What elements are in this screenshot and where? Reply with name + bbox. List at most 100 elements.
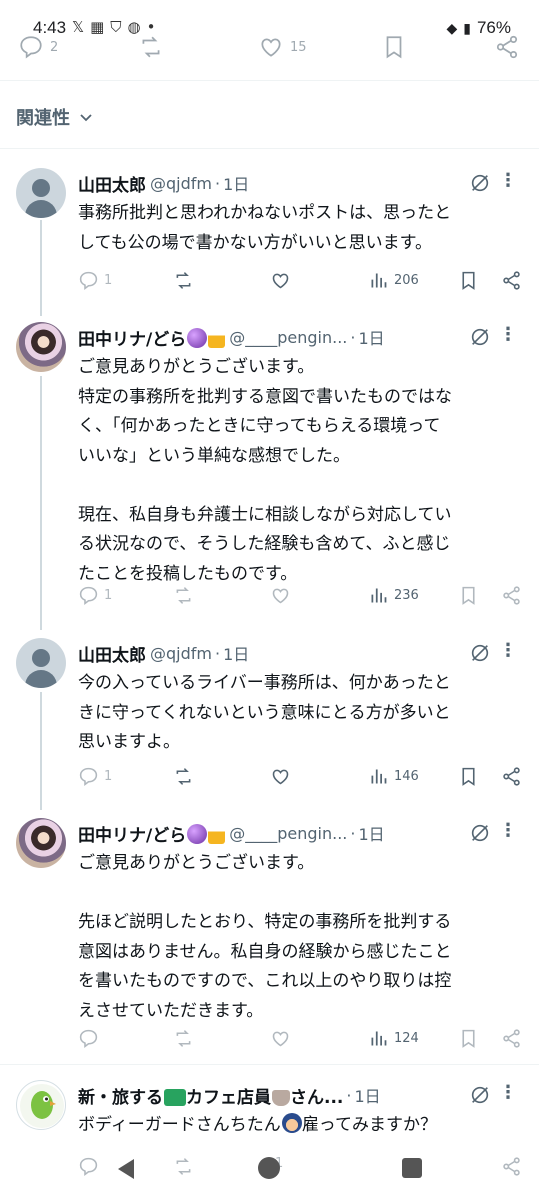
- bookmark-icon: [462, 271, 475, 290]
- reply-tweet[interactable]: 山田太郎 @qjdfm · 1日 ⋮ 今の入っているライバー事務所は、何かあった…: [0, 638, 539, 798]
- like-button[interactable]: [270, 585, 291, 606]
- grok-icon[interactable]: [469, 642, 491, 664]
- grok-icon[interactable]: [469, 172, 491, 194]
- share-button[interactable]: [501, 585, 522, 606]
- views-button[interactable]: 206: [368, 270, 419, 291]
- home-icon[interactable]: [258, 1157, 280, 1179]
- repost-button[interactable]: [138, 34, 164, 60]
- tweet-actions: 124: [78, 1028, 523, 1052]
- bookmark-button[interactable]: [458, 766, 479, 787]
- back-icon[interactable]: [118, 1159, 134, 1179]
- share-button[interactable]: [501, 766, 522, 787]
- views-button[interactable]: 124: [368, 1028, 419, 1049]
- reply-count: 2: [50, 39, 59, 55]
- post-time[interactable]: 1日: [358, 325, 384, 349]
- bookmark-icon: [462, 586, 475, 605]
- bookmark-button[interactable]: [381, 34, 407, 60]
- avatar[interactable]: [16, 322, 66, 372]
- like-count: 15: [290, 39, 307, 55]
- author-handle[interactable]: @qjdfm: [150, 644, 212, 663]
- author-handle[interactable]: @____pengin...: [229, 328, 347, 347]
- share-icon: [496, 35, 518, 59]
- bookmark-button[interactable]: [458, 1028, 479, 1049]
- reply-tweet[interactable]: 田中リナ/どら @____pengin... · 1日 ⋮ ご意見ありがとうござ…: [0, 322, 539, 622]
- share-button[interactable]: [494, 34, 520, 60]
- repost-icon: [142, 36, 160, 58]
- avatar[interactable]: [16, 638, 66, 688]
- heart-icon: [272, 769, 289, 785]
- more-options-icon[interactable]: ⋮: [499, 324, 517, 346]
- post-time[interactable]: 1日: [223, 171, 249, 195]
- share-icon: [503, 271, 520, 290]
- reply-icon: [79, 271, 98, 290]
- coffee-icon: [272, 1089, 290, 1106]
- repost-icon: [176, 587, 191, 604]
- system-nav-bar: [0, 1146, 539, 1199]
- like-button[interactable]: 15: [258, 34, 307, 60]
- share-button[interactable]: [501, 270, 522, 291]
- repost-icon: [176, 768, 191, 785]
- author-name[interactable]: 田中リナ/どら: [78, 325, 226, 350]
- more-options-icon[interactable]: ⋮: [499, 1082, 517, 1104]
- views-button[interactable]: 236: [368, 585, 419, 606]
- share-icon: [503, 1029, 520, 1048]
- bookmark-button[interactable]: [458, 270, 479, 291]
- grok-icon[interactable]: [469, 1084, 491, 1106]
- tweet-actions: 1 236: [78, 585, 523, 609]
- reply-button[interactable]: 1: [78, 585, 112, 606]
- share-icon: [503, 586, 520, 605]
- reply-button[interactable]: 2: [18, 34, 58, 60]
- heart-icon: [261, 38, 281, 57]
- author-name[interactable]: 山田太郎: [78, 641, 146, 666]
- reply-icon: [79, 767, 98, 786]
- view-count: 206: [394, 273, 419, 288]
- avatar[interactable]: [16, 1080, 66, 1130]
- more-options-icon[interactable]: ⋮: [499, 170, 517, 192]
- repost-button[interactable]: [173, 270, 194, 291]
- reply-button[interactable]: 1: [78, 270, 112, 291]
- reply-tweet[interactable]: 田中リナ/どら @____pengin... · 1日 ⋮ ご意見ありがとうござ…: [0, 818, 539, 1058]
- share-icon: [503, 767, 520, 786]
- more-options-icon[interactable]: ⋮: [499, 820, 517, 842]
- like-button[interactable]: [270, 270, 291, 291]
- reply-button[interactable]: [78, 1028, 99, 1049]
- chevron-down-icon: [80, 114, 92, 122]
- repost-button[interactable]: [173, 766, 194, 787]
- heart-icon: [272, 273, 289, 289]
- author-name[interactable]: 田中リナ/どら: [78, 821, 226, 846]
- like-button[interactable]: [270, 1028, 291, 1049]
- author-name[interactable]: 新・旅する カフェ店員 さん...: [78, 1083, 343, 1108]
- reply-button[interactable]: 1: [78, 766, 112, 787]
- crystal-ball-icon: [187, 327, 208, 348]
- reply-icon: [79, 1029, 98, 1048]
- sort-label: 関連性: [16, 108, 70, 129]
- post-time[interactable]: 1日: [358, 821, 384, 845]
- share-button[interactable]: [501, 1028, 522, 1049]
- more-options-icon[interactable]: ⋮: [499, 640, 517, 662]
- parrot-logo-icon: [20, 1084, 64, 1128]
- views-button[interactable]: 146: [368, 766, 419, 787]
- bookmark-button[interactable]: [458, 585, 479, 606]
- tweet-text: 今の入っているライバー事務所は、何かあったと きに守ってくれないという意味にとる…: [78, 673, 451, 752]
- repost-icon: [176, 1030, 191, 1047]
- sort-relevance-dropdown[interactable]: 関連性: [16, 104, 94, 130]
- repost-button[interactable]: [173, 1028, 194, 1049]
- post-time[interactable]: 1日: [354, 1083, 380, 1107]
- avatar[interactable]: [16, 168, 66, 218]
- grok-icon[interactable]: [469, 822, 491, 844]
- view-count: 124: [394, 1031, 419, 1046]
- main-tweet-actions: 2 15: [0, 28, 539, 72]
- tweet-text: 事務所批判と思われかねないポストは、思ったと しても公の場で書かない方がいいと思…: [78, 203, 452, 253]
- repost-button[interactable]: [173, 585, 194, 606]
- author-handle[interactable]: @____pengin...: [229, 824, 347, 843]
- divider: [0, 80, 539, 81]
- grok-icon[interactable]: [469, 326, 491, 348]
- author-name[interactable]: 山田太郎: [78, 171, 146, 196]
- avatar[interactable]: [16, 818, 66, 868]
- author-handle[interactable]: @qjdfm: [150, 174, 212, 193]
- like-button[interactable]: [270, 766, 291, 787]
- reply-tweet[interactable]: 山田太郎 @qjdfm · 1日 ⋮ 事務所批判と思われかねないポストは、思った…: [0, 168, 539, 308]
- recents-icon[interactable]: [402, 1158, 422, 1178]
- post-time[interactable]: 1日: [223, 641, 249, 665]
- beer-icon: [208, 825, 226, 844]
